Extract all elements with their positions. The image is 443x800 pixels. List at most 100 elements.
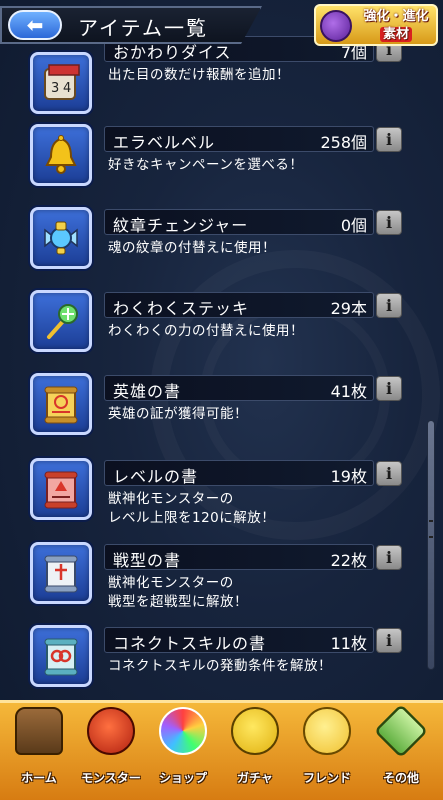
bell-icon [30,124,92,186]
item-name-bar: 英雄の書 41枚 [104,375,374,401]
item-name: エラベルベル [113,133,216,152]
item-count: 22枚 [330,551,367,570]
upgrade-label-line1: 強化・進化 [363,9,429,24]
monster-character-icon [320,10,352,42]
item-description-line: レベル上限を120に解放！ [108,510,276,526]
scroll-yellow-icon [30,373,92,435]
info-button[interactable]: i [376,545,402,570]
info-icon: i [385,379,393,398]
item-description: 英雄の証が獲得可能！ [108,405,248,424]
list-item[interactable]: 戦型の書 22枚 i 獣神化モンスターの 戦型を超戦型に解放！ [0,542,420,622]
scroll-red-icon [30,458,92,520]
item-description-line: わくわくの力の付替えに使用！ [108,323,304,339]
item-list[interactable]: 34 おかわりダイス 7個 i 出た目の数だけ報酬を追加！ エラベルベル 258… [0,0,443,700]
item-name-bar: エラベルベル 258個 [104,126,374,152]
item-name-bar: コネクトスキルの書 11枚 [104,627,374,653]
list-item[interactable]: レベルの書 19枚 i 獣神化モンスターの レベル上限を120に解放！ [0,458,420,538]
item-count: 41枚 [330,382,367,401]
crest-changer-icon [30,207,92,269]
info-icon: i [385,631,393,650]
item-count: 29本 [330,299,367,318]
upgrade-materials-button[interactable]: 強化・進化 素材 [314,4,438,46]
svg-text:4: 4 [63,81,71,96]
item-name: わくわくステッキ [113,299,250,318]
item-name: 紋章チェンジャー [113,216,249,235]
item-name-bar: わくわくステッキ 29本 [104,292,374,318]
item-name: コネクトスキルの書 [113,634,267,653]
nav-monster[interactable]: モンスター [76,707,146,795]
nav-label: その他 [382,771,419,785]
item-description-line: 獣神化モンスターの [108,491,234,507]
nav-other[interactable]: その他 [366,703,436,795]
item-description: 魂の紋章の付替えに使用！ [108,239,276,258]
list-item[interactable]: 紋章チェンジャー 0個 i 魂の紋章の付替えに使用！ [0,207,420,287]
item-count: 0個 [340,216,367,235]
item-count: 11枚 [330,634,367,653]
item-count: 258個 [320,133,367,152]
scrollbar-grip [429,520,433,538]
item-name: レベルの書 [113,467,199,486]
scroll-blue-icon [30,625,92,687]
other-icon [373,703,429,759]
info-button[interactable]: i [376,210,402,235]
dice-icon: 34 [30,52,92,114]
scrollbar-thumb[interactable] [427,420,435,670]
item-description-line: 英雄の証が獲得可能！ [108,406,248,422]
item-description: 出た目の数だけ報酬を追加！ [108,66,290,85]
info-button[interactable]: i [376,628,402,653]
info-button[interactable]: i [376,293,402,318]
nav-label: ホーム [21,771,57,785]
nav-home[interactable]: ホーム [4,707,74,795]
item-description-line: コネクトスキルの発動条件を解放！ [108,658,332,674]
info-button[interactable]: i [376,127,402,152]
info-icon: i [385,213,393,232]
item-description-line: 好きなキャンペーンを選べる！ [108,157,304,173]
nav-label: モンスター [81,771,141,785]
item-name-bar: 戦型の書 22枚 [104,544,374,570]
upgrade-label-line2: 素材 [379,27,412,42]
info-button[interactable]: i [376,376,402,401]
list-item[interactable]: わくわくステッキ 29本 i わくわくの力の付替えに使用！ [0,290,420,370]
nav-label: ガチャ [237,771,273,785]
gacha-icon [231,707,279,755]
item-description-line: 出た目の数だけ報酬を追加！ [108,67,290,83]
list-item[interactable]: 英雄の書 41枚 i 英雄の証が獲得可能！ [0,373,420,453]
item-description-line: 獣神化モンスターの [108,575,234,591]
list-item[interactable]: 34 おかわりダイス 7個 i 出た目の数だけ報酬を追加！ [0,36,420,132]
list-item[interactable]: コネクトスキルの書 11枚 i コネクトスキルの発動条件を解放！ [0,625,420,700]
scroll-white-icon [30,542,92,604]
friend-icon [303,707,351,755]
list-item[interactable]: エラベルベル 258個 i 好きなキャンペーンを選べる！ [0,124,420,204]
page-title: アイテム一覧 [78,16,208,40]
item-list-screen: 34 おかわりダイス 7個 i 出た目の数だけ報酬を追加！ エラベルベル 258… [0,0,443,800]
info-icon: i [385,464,393,483]
item-name: 英雄の書 [113,382,182,401]
nav-gacha[interactable]: ガチャ [220,707,290,795]
nav-label: フレンド [302,771,351,785]
wand-icon [30,290,92,352]
item-description-line: 魂の紋章の付替えに使用！ [108,240,276,256]
item-count: 19枚 [330,467,367,486]
svg-text:3: 3 [51,81,59,96]
nav-label: ショップ [158,771,207,785]
item-description: 獣神化モンスターの 戦型を超戦型に解放！ [108,574,248,612]
back-arrow-icon: ⬅ [26,13,44,37]
info-icon: i [385,548,393,567]
item-name-bar: レベルの書 19枚 [104,460,374,486]
shop-orb-icon [159,707,207,755]
nav-shop[interactable]: ショップ [148,707,218,795]
back-button[interactable]: ⬅ [8,10,62,40]
item-description: 好きなキャンペーンを選べる！ [108,156,303,175]
item-description: コネクトスキルの発動条件を解放！ [108,657,332,676]
item-description: 獣神化モンスターの レベル上限を120に解放！ [108,490,275,528]
bottom-navigation: ホーム モンスター ショップ ガチャ フレンド その他 [0,700,443,800]
info-button[interactable]: i [376,461,402,486]
info-icon: i [385,130,393,149]
item-description-line: 戦型を超戦型に解放！ [108,594,248,610]
item-description: わくわくの力の付替えに使用！ [108,322,304,341]
item-name-bar: 紋章チェンジャー 0個 [104,209,374,235]
header: ⬅ アイテム一覧 強化・進化 素材 [0,0,443,50]
nav-friend[interactable]: フレンド [292,707,362,795]
info-icon: i [385,296,393,315]
upgrade-materials-label: 強化・進化 素材 [356,8,436,44]
